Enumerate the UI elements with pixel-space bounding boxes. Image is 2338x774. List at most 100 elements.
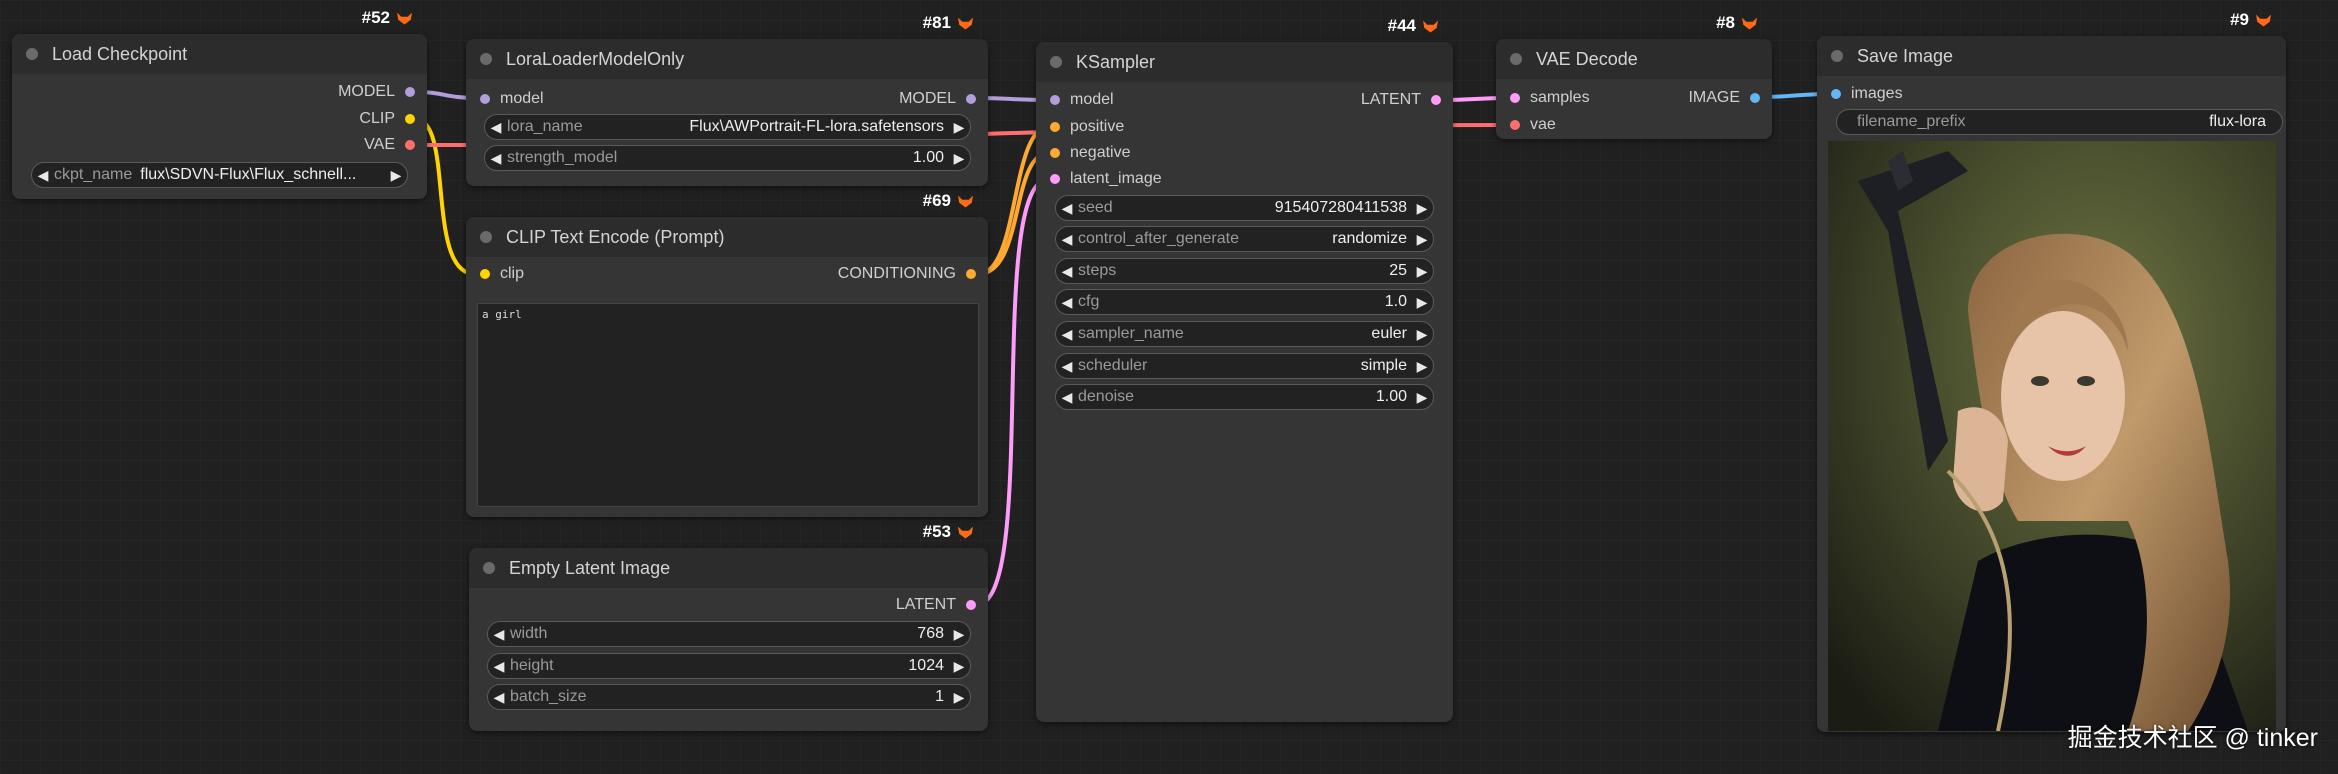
node-lora-loader[interactable]: #81 LoraLoaderModelOnly model MODEL ◀ lor… [466,13,988,186]
widget-steps[interactable]: ◀ steps 25 ▶ [1055,258,1434,284]
widget-cfg[interactable]: ◀ cfg 1.0 ▶ [1055,289,1434,315]
node-ksampler[interactable]: #44 KSampler model LATENT positive negat… [1036,16,1453,722]
arrow-right-icon[interactable]: ▶ [1411,294,1433,311]
slot-dot-icon[interactable] [1050,174,1060,184]
input-slot-positive[interactable]: positive [1036,117,1453,137]
arrow-left-icon[interactable]: ◀ [1056,294,1078,311]
arrow-left-icon[interactable]: ◀ [32,167,54,184]
output-slot-model[interactable]: MODEL [12,82,427,102]
arrow-right-icon[interactable]: ▶ [948,150,970,167]
slot-label: positive [1070,118,1125,135]
slot-dot-icon[interactable] [405,87,415,97]
widget-width[interactable]: ◀ width 768 ▶ [487,621,971,647]
node-vae-decode[interactable]: #8 VAE Decode samples IMAGE vae [1496,13,1772,139]
node-title: CLIP Text Encode (Prompt) [506,226,725,247]
widget-label: sampler_name [1078,325,1184,342]
widget-control-after-generate[interactable]: ◀ control_after_generate randomize ▶ [1055,226,1434,252]
widget-ckpt-name[interactable]: ◀ ckpt_name flux\SDVN-Flux\Flux_schnell...… [31,162,408,188]
slot-dot-icon[interactable] [1050,148,1060,158]
slot-dot-icon[interactable] [1050,122,1060,132]
arrow-left-icon[interactable]: ◀ [1056,389,1078,406]
slot-dot-icon[interactable] [966,269,976,279]
node-load-checkpoint[interactable]: #52 Load Checkpoint MODEL CLIP VAE ◀ ckpt… [12,8,427,199]
output-slot-image[interactable]: IMAGE [1496,88,1772,108]
arrow-right-icon[interactable]: ▶ [1411,231,1433,248]
arrow-left-icon[interactable]: ◀ [1056,231,1078,248]
output-slot-clip[interactable]: CLIP [12,109,427,129]
output-slot-conditioning[interactable]: CONDITIONING [466,264,988,284]
node-clip-text-encode[interactable]: #69 CLIP Text Encode (Prompt) clip CONDI… [466,191,988,517]
arrow-right-icon[interactable]: ▶ [1411,326,1433,343]
slot-dot-icon[interactable] [1431,95,1441,105]
node-header[interactable]: Empty Latent Image [469,548,988,588]
arrow-right-icon[interactable]: ▶ [948,119,970,136]
input-slot-negative[interactable]: negative [1036,143,1453,163]
node-header[interactable]: KSampler [1036,42,1453,82]
input-slot-vae[interactable]: vae [1496,115,1772,135]
collapse-dot-icon[interactable] [26,48,38,60]
node-header[interactable]: LoraLoaderModelOnly [466,39,988,79]
widget-value: 1.00 [912,149,944,166]
slot-dot-icon[interactable] [966,600,976,610]
widget-strength-model[interactable]: ◀ strength_model 1.00 ▶ [484,145,971,171]
widget-label: denoise [1078,388,1135,405]
arrow-right-icon[interactable]: ▶ [948,626,970,643]
output-slot-vae[interactable]: VAE [12,135,427,155]
slot-dot-icon[interactable] [405,140,415,150]
arrow-left-icon[interactable]: ◀ [488,626,510,643]
widget-denoise[interactable]: ◀ denoise 1.00 ▶ [1055,384,1434,410]
arrow-left-icon[interactable]: ◀ [485,119,507,136]
collapse-dot-icon[interactable] [1510,53,1522,65]
collapse-dot-icon[interactable] [480,231,492,243]
arrow-left-icon[interactable]: ◀ [1056,200,1078,217]
collapse-dot-icon[interactable] [1050,56,1062,68]
prompt-textarea[interactable]: a girl [477,303,979,507]
arrow-right-icon[interactable]: ▶ [1411,263,1433,280]
arrow-left-icon[interactable]: ◀ [1056,358,1078,375]
node-title: Empty Latent Image [509,557,671,578]
widget-batch-size[interactable]: ◀ batch_size 1 ▶ [487,684,971,710]
slot-dot-icon[interactable] [966,94,976,104]
node-header[interactable]: VAE Decode [1496,39,1772,79]
arrow-left-icon[interactable]: ◀ [485,150,507,167]
output-slot-latent[interactable]: LATENT [469,595,988,615]
generated-image-preview[interactable] [1828,141,2276,731]
collapse-dot-icon[interactable] [483,562,495,574]
node-header[interactable]: Load Checkpoint [12,34,427,74]
arrow-right-icon[interactable]: ▶ [948,658,970,675]
widget-scheduler[interactable]: ◀ scheduler simple ▶ [1055,353,1434,379]
node-empty-latent-image[interactable]: #53 Empty Latent Image LATENT ◀ width 768 ▶… [469,522,988,731]
output-slot-model[interactable]: MODEL [466,89,988,109]
slot-label: MODEL [899,90,956,107]
input-slot-latent-image[interactable]: latent_image [1036,169,1453,189]
collapse-dot-icon[interactable] [1831,50,1843,62]
widget-sampler-name[interactable]: ◀ sampler_name euler ▶ [1055,321,1434,347]
arrow-right-icon[interactable]: ▶ [948,689,970,706]
slot-dot-icon[interactable] [405,114,415,124]
arrow-left-icon[interactable]: ◀ [1056,263,1078,280]
node-header[interactable]: CLIP Text Encode (Prompt) [466,217,988,257]
input-slot-images[interactable]: images [1817,84,2286,104]
widget-label: ckpt_name [54,166,133,183]
widget-value: 1024 [908,657,944,674]
slot-dot-icon[interactable] [1831,89,1841,99]
widget-seed[interactable]: ◀ seed 915407280411538 ▶ [1055,195,1434,221]
node-save-image[interactable]: #9 Save Image images filename_prefix flux… [1817,10,2286,732]
widget-label: batch_size [510,688,587,705]
widget-lora-name[interactable]: ◀ lora_name Flux\AWPortrait-FL-lora.safete… [484,114,971,140]
output-slot-latent[interactable]: LATENT [1036,90,1453,110]
node-header[interactable]: Save Image [1817,36,2286,76]
arrow-right-icon[interactable]: ▶ [385,167,407,184]
fox-icon [957,194,974,209]
slot-dot-icon[interactable] [1750,93,1760,103]
arrow-right-icon[interactable]: ▶ [1411,389,1433,406]
collapse-dot-icon[interactable] [480,53,492,65]
slot-dot-icon[interactable] [1510,120,1520,130]
arrow-right-icon[interactable]: ▶ [1411,200,1433,217]
widget-height[interactable]: ◀ height 1024 ▶ [487,653,971,679]
widget-filename-prefix[interactable]: filename_prefix flux-lora [1836,109,2283,135]
arrow-left-icon[interactable]: ◀ [1056,326,1078,343]
arrow-left-icon[interactable]: ◀ [488,689,510,706]
arrow-right-icon[interactable]: ▶ [1411,358,1433,375]
arrow-left-icon[interactable]: ◀ [488,658,510,675]
